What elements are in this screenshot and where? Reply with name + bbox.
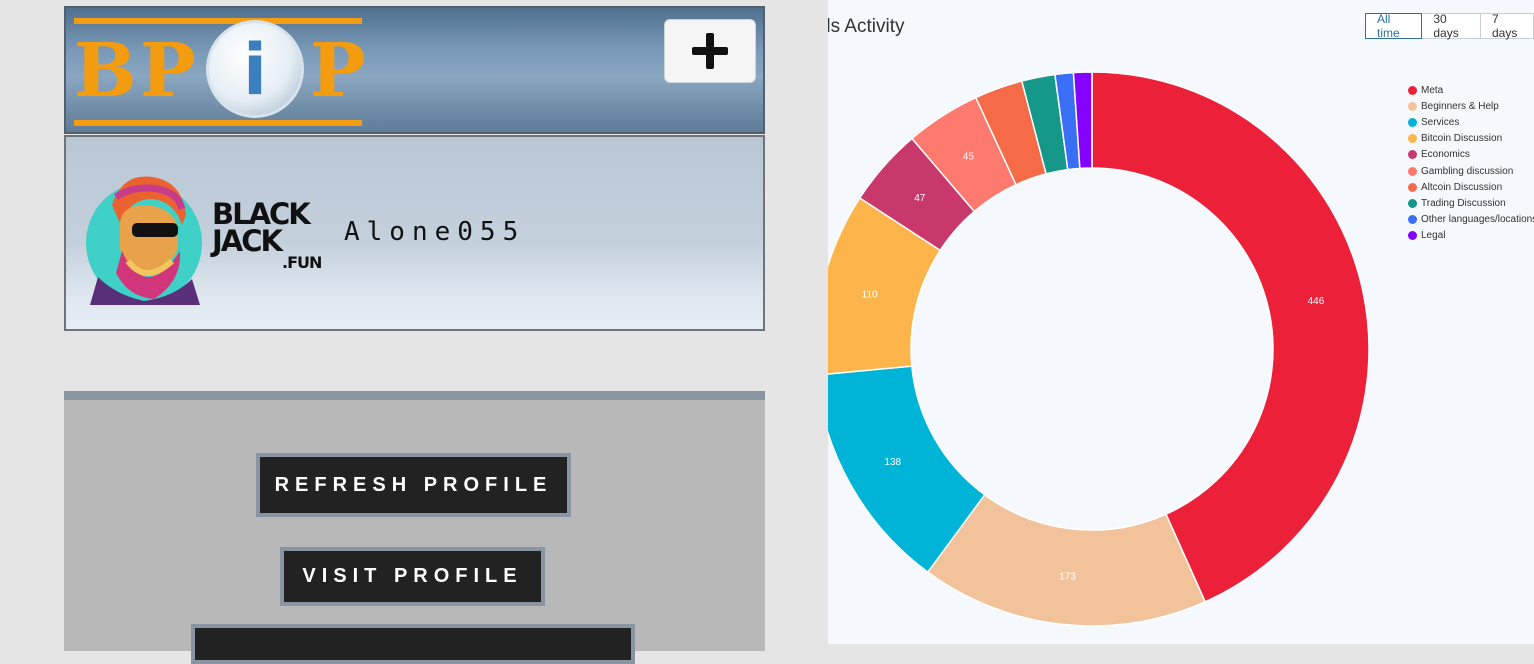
refresh-profile-button[interactable]: REFRESH PROFILE: [256, 453, 571, 517]
donut-value-label: 110: [862, 289, 878, 300]
plus-icon: [692, 33, 728, 69]
logo-letter-b: B: [74, 28, 137, 114]
bpip-logo: B P i P: [74, 16, 366, 128]
legend-label: Other languages/locations: [1421, 214, 1534, 226]
chart-legend: Meta Beginners & Help Services Bitcoin Disc…: [1408, 82, 1534, 244]
logo-letter-p1: P: [140, 28, 196, 114]
legend-label: Legal: [1421, 230, 1446, 242]
donut-value-label: 47: [914, 193, 926, 204]
legend-item[interactable]: Other languages/locations: [1408, 212, 1534, 228]
blackjack-logo: BLACK JACK .FUN: [212, 200, 332, 271]
legend-item[interactable]: Beginners & Help: [1408, 98, 1534, 114]
legend-swatch: [1408, 134, 1417, 144]
donut-value-label: 173: [1059, 572, 1076, 583]
legend-item[interactable]: Services: [1408, 114, 1534, 130]
legend-label: Services: [1421, 116, 1460, 128]
tab-all-time[interactable]: All time: [1365, 12, 1423, 40]
donut-value-label: 45: [963, 151, 975, 162]
legend-swatch: [1408, 182, 1417, 192]
profile-card: BLACK JACK .FUN Alone055: [64, 135, 765, 331]
legend-swatch: [1408, 215, 1417, 225]
legend-swatch: [1408, 198, 1417, 208]
profile-panel: B P i P BLACK JACK .FUN Alone055 REFRESH…: [0, 0, 828, 664]
legend-item[interactable]: Economics: [1408, 147, 1534, 163]
username: Alone055: [344, 217, 526, 247]
legend-item[interactable]: Altcoin Discussion: [1408, 179, 1534, 195]
logo-top-bar: [74, 18, 362, 24]
legend-swatch: [1408, 150, 1417, 160]
legend-label: Beginners & Help: [1421, 100, 1499, 112]
logo-letter-p2: P: [310, 28, 366, 114]
legend-label: Bitcoin Discussion: [1421, 133, 1503, 145]
legend-item[interactable]: Meta: [1408, 82, 1534, 98]
logo-i-circle: i: [206, 20, 304, 118]
add-button[interactable]: [664, 19, 756, 83]
legend-swatch: [1408, 231, 1417, 241]
brand-line-jack: JACK: [212, 224, 283, 258]
legend-item[interactable]: Trading Discussion: [1408, 195, 1534, 211]
legend-item[interactable]: Legal: [1408, 228, 1534, 244]
donut-slice-meta[interactable]: [1091, 71, 1370, 603]
donut-value-label: 138: [884, 457, 901, 468]
logo-bottom-bar: [74, 120, 362, 126]
logo-letter-i: i: [243, 29, 267, 111]
donut-value-label: 446: [1308, 296, 1325, 307]
legend-label: Altcoin Discussion: [1421, 181, 1503, 193]
avatar: [86, 176, 202, 305]
header-banner: B P i P: [64, 6, 765, 134]
legend-swatch: [1408, 166, 1417, 176]
legend-label: Economics: [1421, 149, 1470, 161]
action-card: REFRESH PROFILE VISIT PROFILE: [64, 391, 765, 664]
legend-label: Gambling discussion: [1421, 165, 1514, 177]
legend-swatch: [1408, 85, 1417, 95]
legend-item[interactable]: Gambling discussion: [1408, 163, 1534, 179]
legend-item[interactable]: Bitcoin Discussion: [1408, 131, 1534, 147]
activity-chart-panel: ds Activity All time 30 days 7 days 446 1…: [828, 0, 1534, 644]
partial-action-button[interactable]: [191, 624, 635, 664]
legend-swatch: [1408, 117, 1417, 127]
legend-label: Meta: [1421, 84, 1444, 96]
visit-profile-button[interactable]: VISIT PROFILE: [280, 547, 545, 606]
legend-label: Trading Discussion: [1421, 197, 1506, 209]
legend-swatch: [1408, 101, 1417, 111]
